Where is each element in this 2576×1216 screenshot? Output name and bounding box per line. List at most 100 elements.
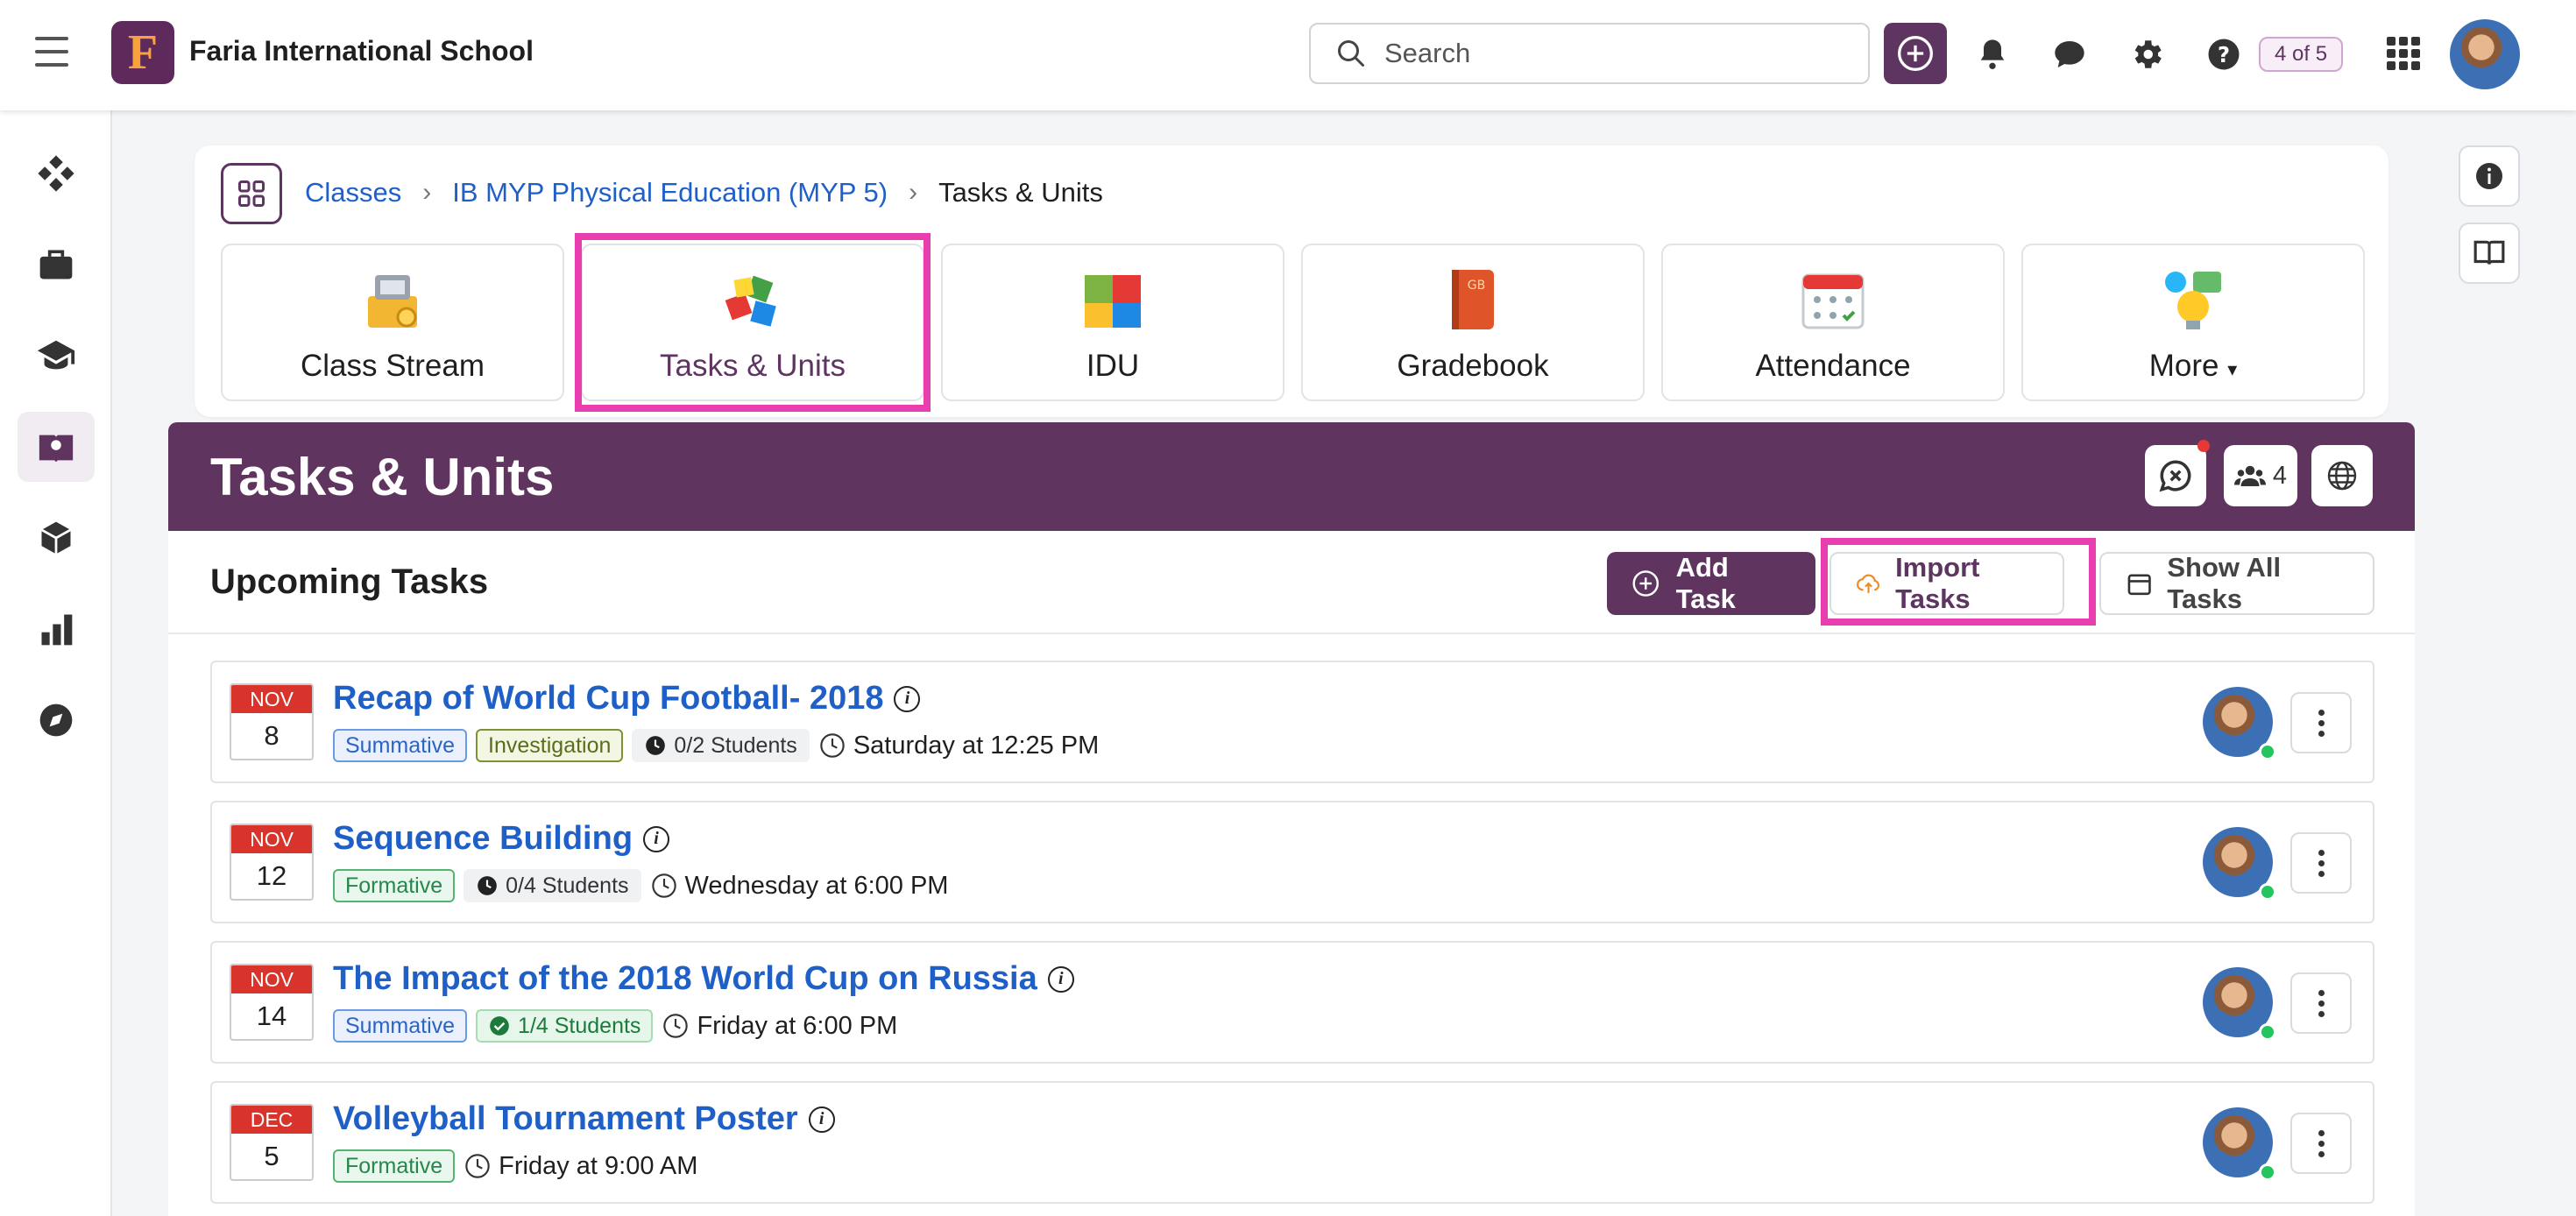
clock-icon (663, 1014, 689, 1038)
tab-tasks-units[interactable]: Tasks & Units (581, 244, 924, 401)
breadcrumb-classes[interactable]: Classes (305, 177, 401, 209)
info-icon[interactable]: i (643, 825, 670, 852)
task-options-button[interactable] (2290, 1113, 2352, 1174)
task-title-link[interactable]: Recap of World Cup Football- 2018 (333, 680, 883, 718)
task-title-row: Recap of World Cup Football- 2018 i (333, 680, 921, 718)
due-time: Wednesday at 6:00 PM (650, 871, 949, 901)
chevron-right-icon: › (909, 178, 918, 207)
tab-gradebook[interactable]: GB Gradebook (1301, 244, 1645, 401)
nav-explore[interactable] (18, 685, 95, 755)
tab-attendance[interactable]: Attendance (1661, 244, 2005, 401)
info-icon[interactable]: i (1047, 965, 1074, 993)
due-time: Friday at 6:00 PM (662, 1012, 897, 1041)
info-icon[interactable]: i (808, 1106, 835, 1133)
school-name[interactable]: Faria International School (189, 35, 534, 67)
task-meta: Summative 1/4 Students Friday at 6:00 PM (333, 1009, 897, 1043)
apps-grid-icon[interactable] (2387, 37, 2420, 70)
help-button[interactable]: ? (2204, 35, 2243, 74)
import-tasks-label: Import Tasks (1895, 552, 1980, 614)
divider (168, 633, 2415, 634)
left-navigation (0, 110, 112, 1216)
task-title-link[interactable]: Volleyball Tournament Poster (333, 1100, 798, 1138)
feedback-button[interactable] (2145, 440, 2210, 506)
task-row[interactable]: DEC 5 Volleyball Tournament Poster i For… (210, 1081, 2374, 1204)
nav-current-class[interactable] (18, 412, 95, 482)
chevron-right-icon: › (422, 178, 432, 207)
due-date-calendar: NOV 8 (230, 683, 314, 760)
search-box[interactable] (1309, 23, 1870, 84)
due-time: Friday at 9:00 AM (464, 1152, 697, 1181)
notifications-button[interactable] (1973, 35, 2012, 74)
plus-circle-icon (1898, 36, 1933, 71)
tab-label: Class Stream (300, 349, 485, 383)
language-button[interactable] (2311, 445, 2373, 506)
task-row[interactable]: NOV 14 The Impact of the 2018 World Cup … (210, 941, 2374, 1064)
due-month: DEC (231, 1106, 312, 1134)
bar-chart-icon (41, 614, 73, 646)
due-text: Wednesday at 6:00 PM (684, 871, 949, 900)
school-logo[interactable]: F (111, 21, 174, 84)
nav-resources[interactable] (18, 503, 95, 573)
task-title-link[interactable]: Sequence Building (333, 820, 633, 858)
info-icon[interactable]: i (894, 685, 921, 712)
students-status-badge[interactable]: 1/4 Students (476, 1009, 654, 1043)
logo-letter: F (127, 25, 159, 80)
task-title-row: Volleyball Tournament Poster i (333, 1100, 835, 1138)
users-icon (2233, 465, 2266, 486)
tab-label: Tasks & Units (660, 349, 846, 383)
tab-label: Attendance (1755, 349, 1911, 383)
add-task-button[interactable]: Add Task (1607, 552, 1815, 615)
user-avatar[interactable] (2450, 19, 2520, 89)
members-button[interactable]: 4 (2224, 445, 2297, 506)
nav-briefcase[interactable] (18, 230, 95, 300)
task-title-link[interactable]: The Impact of the 2018 World Cup on Russ… (333, 960, 1037, 998)
breadcrumb-class[interactable]: IB MYP Physical Education (MYP 5) (452, 177, 888, 209)
info-icon (2476, 163, 2502, 189)
tab-more[interactable]: More ▾ (2021, 244, 2365, 401)
caret-down-icon: ▾ (2227, 358, 2238, 380)
show-all-tasks-button[interactable]: Show All Tasks (2099, 552, 2374, 615)
online-status-dot (2259, 1023, 2276, 1041)
clock-filled-icon (646, 736, 666, 755)
tag-formative: Formative (333, 1149, 456, 1183)
breadcrumb-current: Tasks & Units (938, 177, 1103, 208)
students-status-badge[interactable]: 0/4 Students (464, 869, 641, 902)
nav-dashboard[interactable] (18, 138, 95, 209)
tab-idu[interactable]: IDU (941, 244, 1284, 401)
class-switcher-button[interactable] (221, 163, 282, 224)
create-button[interactable] (1884, 23, 1947, 84)
online-status-dot (2259, 743, 2276, 760)
top-bar: F Faria International School ? 4 of 5 (0, 0, 2576, 110)
steps-badge[interactable]: 4 of 5 (2259, 37, 2344, 72)
task-options-button[interactable] (2290, 972, 2352, 1034)
guide-panel-button[interactable] (2459, 223, 2520, 284)
chat-icon (2055, 41, 2084, 67)
question-icon: ? (2208, 39, 2240, 70)
nav-reports[interactable] (18, 594, 95, 664)
online-status-dot (2259, 883, 2276, 901)
settings-button[interactable] (2127, 35, 2166, 74)
cloud-upload-icon (1857, 574, 1880, 593)
diamond-grid-icon (38, 155, 74, 192)
task-options-button[interactable] (2290, 832, 2352, 894)
more-ideas-icon (2165, 272, 2221, 329)
plus-circle-icon (1632, 570, 1660, 597)
messages-button[interactable] (2050, 35, 2089, 74)
tab-class-stream[interactable]: Class Stream (221, 244, 564, 401)
info-panel-button[interactable] (2459, 145, 2520, 207)
task-row[interactable]: NOV 8 Recap of World Cup Football- 2018 … (210, 661, 2374, 783)
due-time: Saturday at 12:25 PM (818, 732, 1099, 760)
bell-icon (1980, 39, 2005, 69)
task-options-button[interactable] (2290, 692, 2352, 753)
page-header: Tasks & Units 4 (168, 422, 2415, 531)
tab-label: IDU (1086, 349, 1140, 383)
hamburger-icon[interactable] (35, 37, 68, 67)
import-tasks-button[interactable]: Import Tasks (1829, 552, 2064, 615)
students-status-badge[interactable]: 0/2 Students (632, 729, 810, 762)
nav-classes[interactable] (18, 321, 95, 391)
open-book-icon (2473, 240, 2505, 265)
task-row[interactable]: NOV 12 Sequence Building i Formative 0/4… (210, 801, 2374, 923)
clock-icon (820, 733, 845, 758)
search-input[interactable] (1384, 38, 1858, 69)
more-label: More (2148, 349, 2219, 383)
